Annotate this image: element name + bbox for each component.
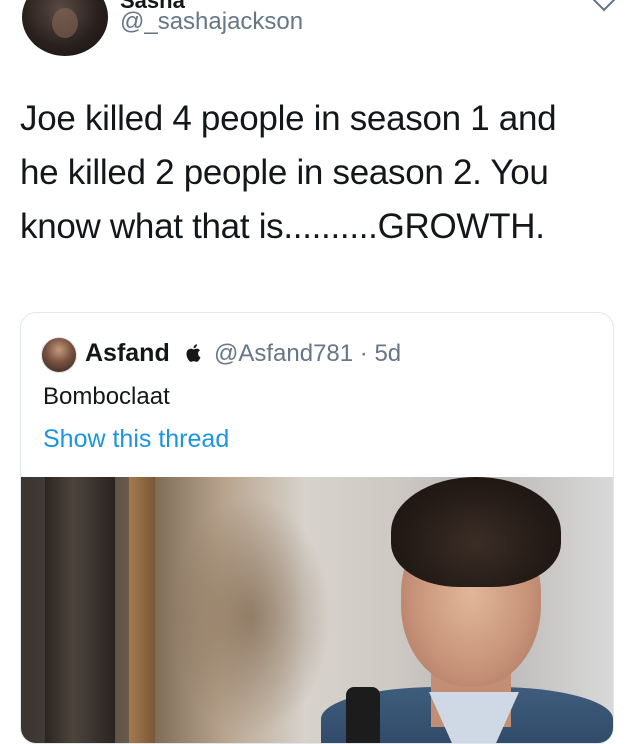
show-thread-link[interactable]: Show this thread xyxy=(43,425,229,454)
chevron-down-icon[interactable] xyxy=(592,0,616,12)
quoted-user-avatar[interactable] xyxy=(41,337,77,373)
tweet-line: know what that is..........GROWTH. xyxy=(20,207,545,246)
quoted-tweet-card[interactable]: Asfand @Asfand781 · 5d Bomboclaat Show t… xyxy=(20,312,614,744)
tweet-line: Joe killed 4 people in season 1 and xyxy=(20,99,557,138)
quoted-media-image[interactable] xyxy=(21,477,613,743)
quoted-display-name[interactable]: Asfand xyxy=(85,339,170,368)
apple-icon xyxy=(186,344,201,362)
quoted-handle-time[interactable]: @Asfand781 · 5d xyxy=(214,340,401,368)
user-avatar[interactable] xyxy=(22,0,108,56)
image-person-hair xyxy=(391,477,561,587)
image-bg-pole xyxy=(45,477,115,743)
tweet-header: Sasha @_sashajackson xyxy=(0,0,628,60)
image-bag-strap xyxy=(346,687,380,743)
image-bg-blur xyxy=(171,497,331,737)
quoted-tweet-text: Bomboclaat xyxy=(43,383,170,410)
image-bg-post xyxy=(129,477,155,743)
tweet-line: he killed 2 people in season 2. You xyxy=(20,153,549,192)
tweet-text: Joe killed 4 people in season 1 and he k… xyxy=(20,92,610,254)
user-handle[interactable]: @_sashajackson xyxy=(120,8,303,36)
